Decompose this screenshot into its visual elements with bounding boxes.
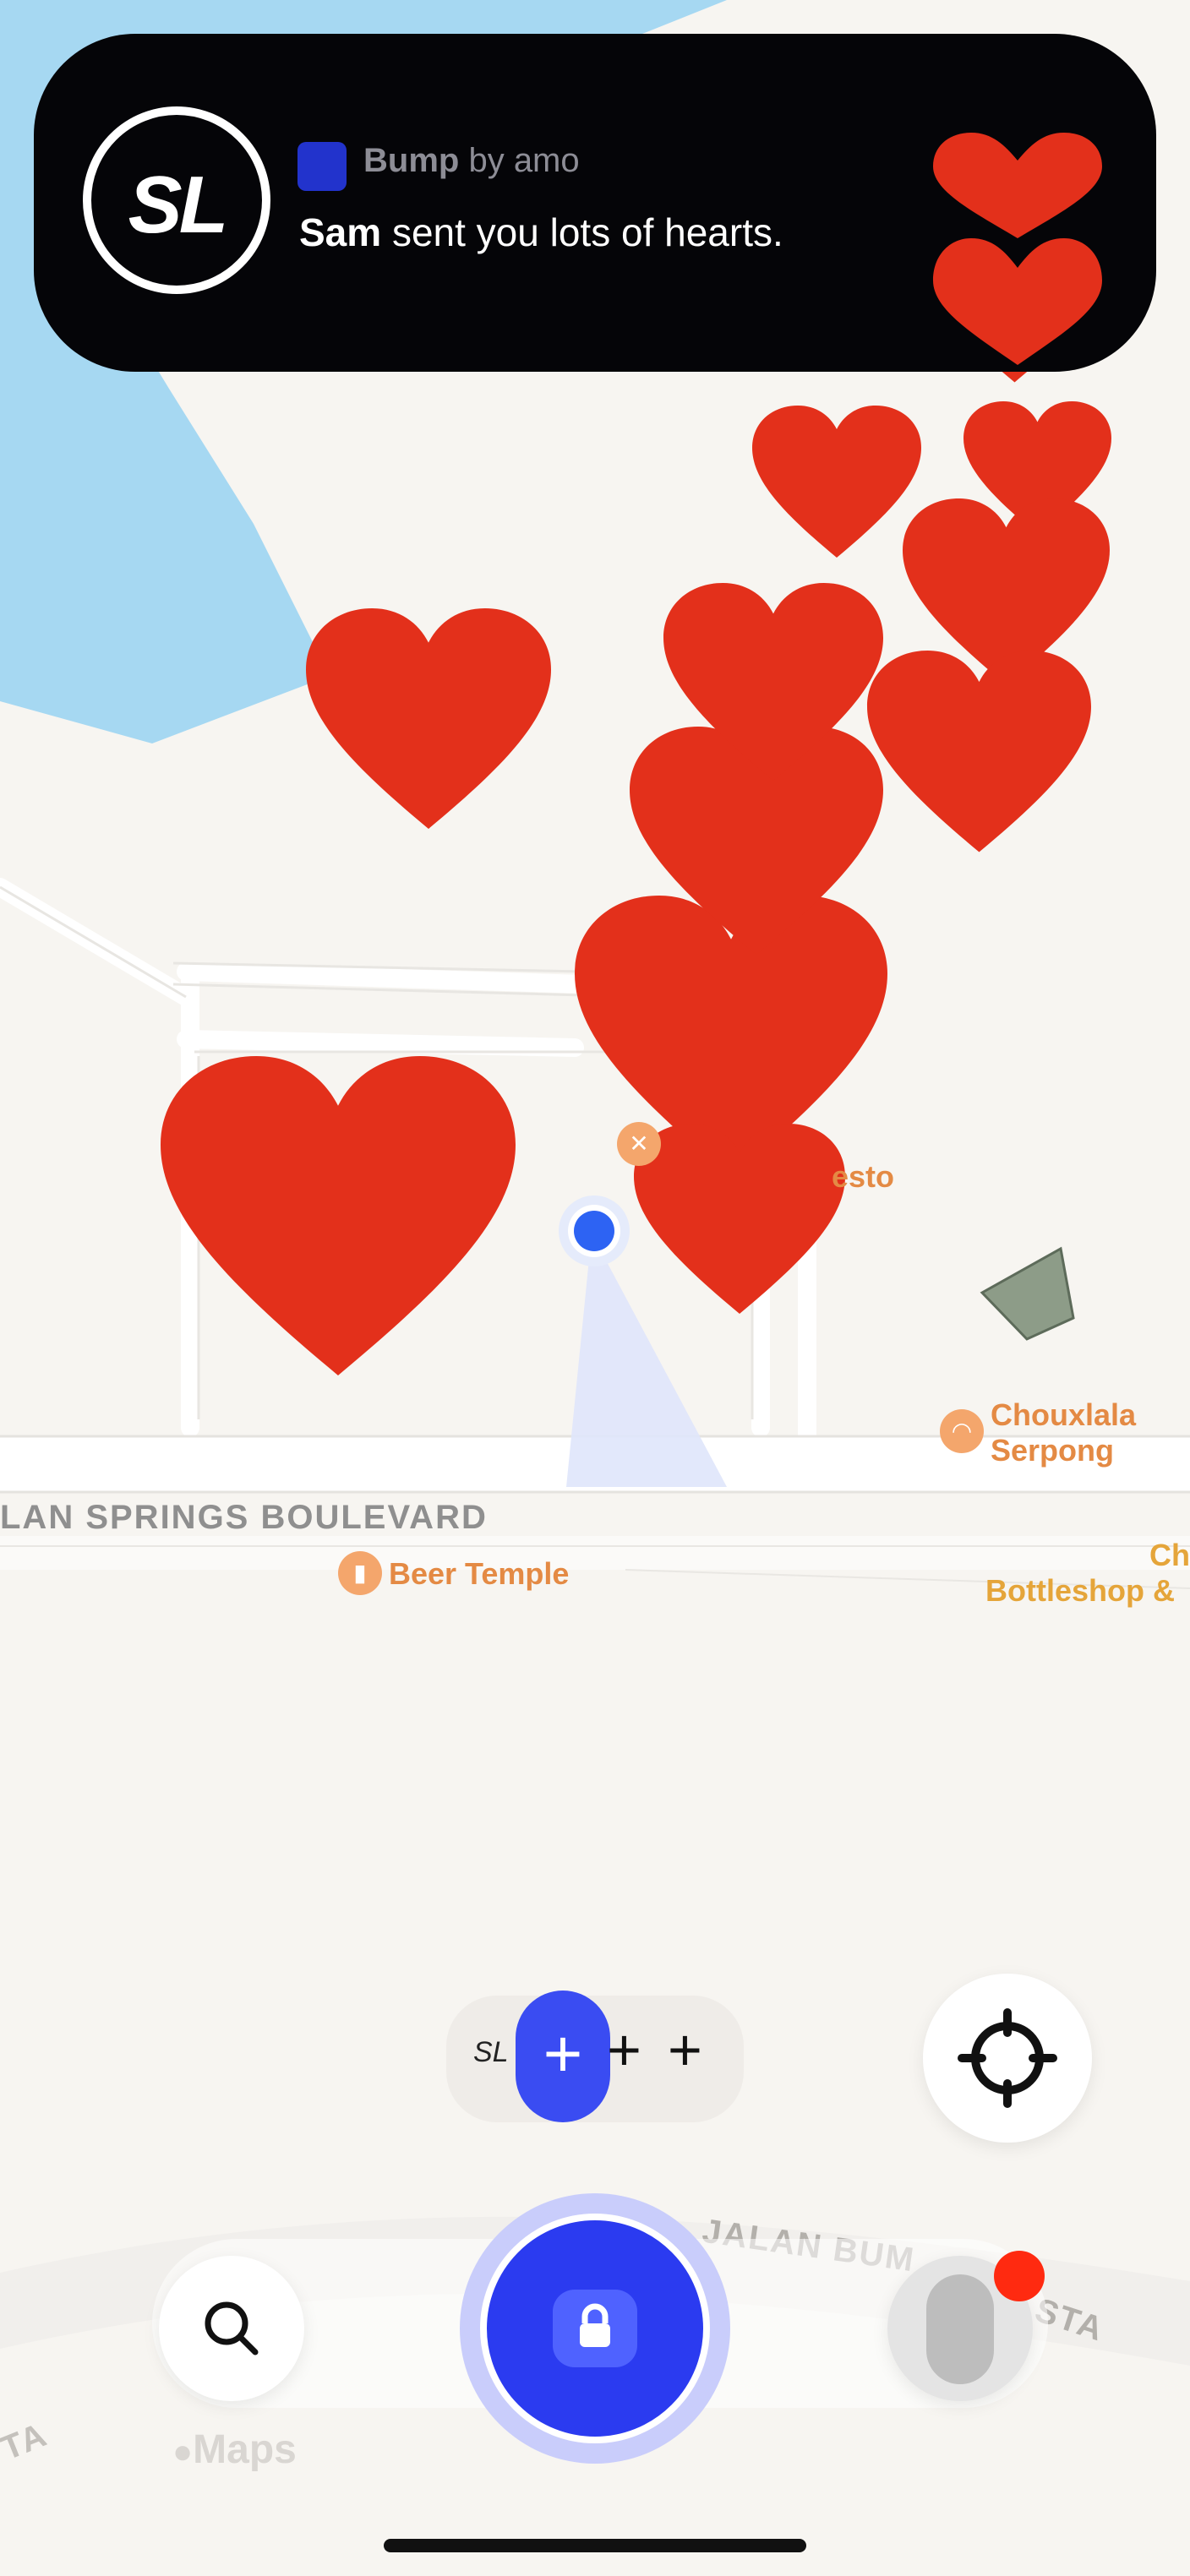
restaurant-poi-icon[interactable]: ✕	[617, 1122, 661, 1166]
heart-icon	[867, 651, 1091, 852]
bell-sticker-icon	[980, 1246, 1075, 1341]
notification-app-name: Bump by amo	[363, 142, 580, 179]
heart-icon	[306, 608, 551, 829]
heart-icon	[933, 133, 1102, 365]
apple-logo-icon: ●	[172, 2433, 194, 2470]
map-canvas[interactable]	[0, 0, 1190, 2576]
add-friend-button[interactable]: +	[516, 1991, 610, 2122]
friend-sl-avatar[interactable]: SL	[473, 2036, 509, 2069]
add-friend-slot-3[interactable]: +	[668, 2016, 702, 2083]
user-location-dot	[574, 1211, 614, 1251]
road-label-boulevard: LAN SPRINGS BOULEVARD	[0, 1499, 488, 1536]
bump-app-icon	[298, 142, 347, 191]
avatar	[926, 2274, 994, 2384]
search-icon	[205, 2301, 259, 2355]
search-button[interactable]	[159, 2256, 304, 2401]
notification-badge	[994, 2251, 1045, 2301]
croissant-icon[interactable]: ◠	[940, 1409, 984, 1453]
lock-icon	[553, 2290, 637, 2367]
sender-avatar: SL	[83, 106, 270, 294]
maps-attribution: ●Maps	[172, 2427, 297, 2472]
road-upper-2	[177, 1030, 584, 1057]
poi-label-restaurant[interactable]: esto	[832, 1159, 894, 1195]
notification-message: Sam sent you lots of hearts.	[299, 210, 783, 254]
heart-icon	[752, 406, 921, 558]
add-friend-slot-2[interactable]: +	[607, 2016, 641, 2083]
road-upper	[177, 962, 592, 994]
crosshair-icon	[958, 2008, 1057, 2108]
bottle-glass-icon[interactable]: ▮	[338, 1551, 382, 1595]
center-action-button[interactable]	[460, 2193, 730, 2464]
recenter-button[interactable]	[923, 1974, 1092, 2143]
poi-beer-temple[interactable]: Beer Temple	[389, 1556, 569, 1592]
heart-icon	[161, 1056, 516, 1375]
home-indicator[interactable]	[384, 2539, 806, 2552]
notification-banner[interactable]: SL Bump by amo Sam sent you lots of hear…	[34, 34, 1156, 372]
